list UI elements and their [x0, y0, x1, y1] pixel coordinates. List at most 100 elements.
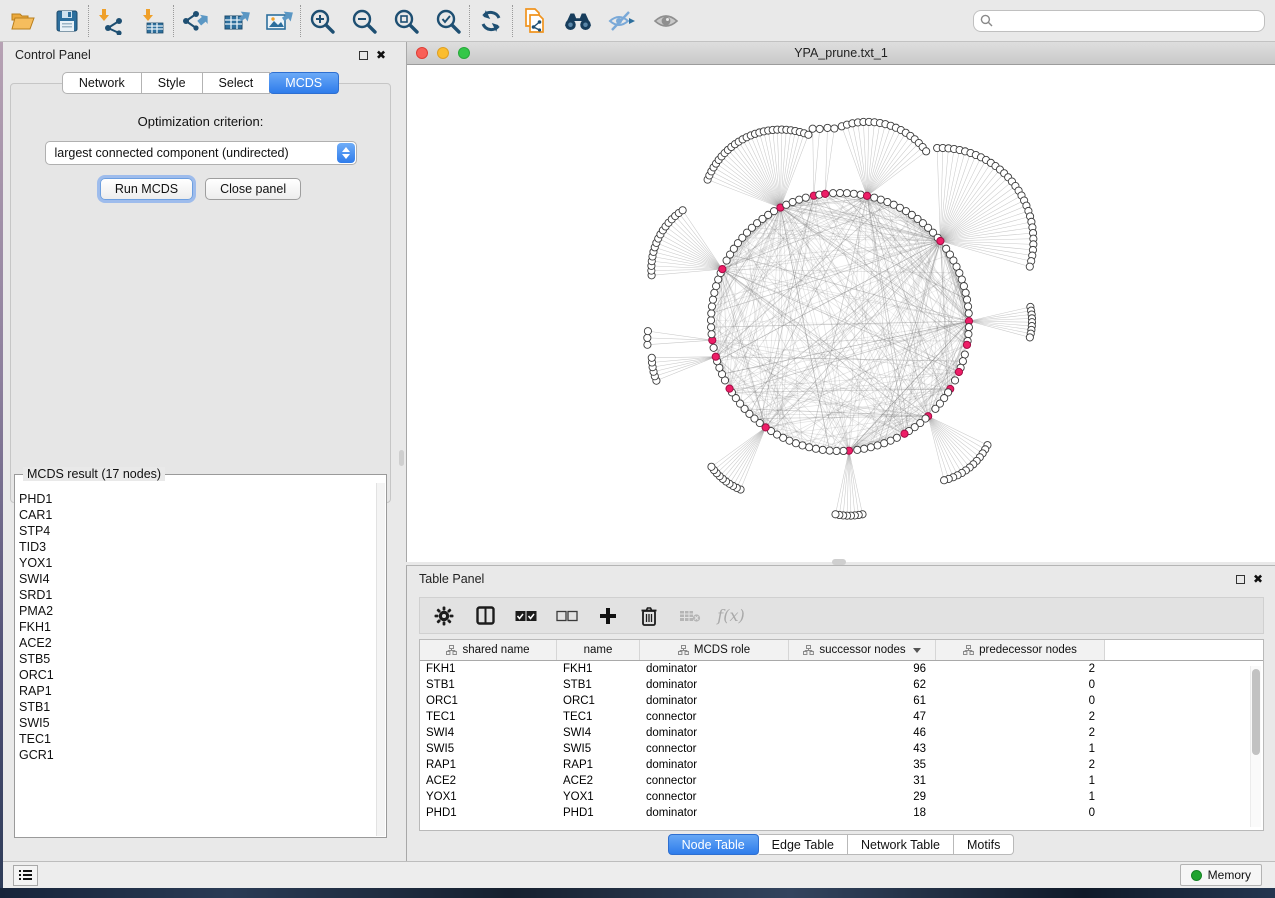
mcds-node[interactable]: [822, 190, 829, 197]
network-node[interactable]: [812, 445, 819, 452]
optimization-criterion-dropdown[interactable]: largest connected component (undirected): [45, 141, 357, 165]
show-all-icon[interactable]: [651, 6, 681, 36]
tab-style[interactable]: Style: [142, 72, 203, 94]
close-panel-icon[interactable]: ✖: [376, 49, 386, 61]
copy-network-icon[interactable]: [519, 6, 549, 36]
table-cell[interactable]: YOX1: [420, 791, 557, 803]
open-session-icon[interactable]: [8, 6, 38, 36]
network-node[interactable]: [964, 303, 971, 310]
table-cell[interactable]: RAP1: [420, 759, 557, 771]
network-node[interactable]: [829, 190, 836, 197]
table-cell[interactable]: ORC1: [420, 695, 557, 707]
network-node[interactable]: [708, 310, 715, 317]
table-cell[interactable]: 47: [789, 711, 936, 723]
table-cell[interactable]: 0: [936, 807, 1105, 819]
hide-selected-icon[interactable]: [607, 6, 637, 36]
network-window-titlebar[interactable]: YPA_prune.txt_1: [407, 42, 1275, 65]
table-row[interactable]: PHD1PHD1dominator180: [420, 805, 1263, 821]
run-mcds-button[interactable]: Run MCDS: [100, 178, 193, 200]
mcds-result-item[interactable]: RAP1: [19, 683, 372, 699]
network-node[interactable]: [965, 331, 972, 338]
tab-edge-table[interactable]: Edge Table: [759, 834, 848, 855]
mcds-result-scrollbar[interactable]: [376, 483, 385, 836]
network-node[interactable]: [961, 351, 968, 358]
table-cell[interactable]: FKH1: [557, 663, 640, 675]
table-cell[interactable]: 31: [789, 775, 936, 787]
table-row[interactable]: YOX1YOX1connector291: [420, 789, 1263, 805]
table-cell[interactable]: dominator: [640, 663, 789, 675]
float-panel-icon[interactable]: [359, 51, 368, 60]
network-node[interactable]: [806, 444, 813, 451]
mcds-result-item[interactable]: SRD1: [19, 587, 372, 603]
export-table-icon[interactable]: [222, 6, 252, 36]
network-node[interactable]: [707, 317, 714, 324]
mcds-node[interactable]: [712, 353, 719, 360]
mcds-result-item[interactable]: SWI4: [19, 571, 372, 587]
table-cell[interactable]: connector: [640, 743, 789, 755]
zoom-fit-icon[interactable]: [391, 6, 421, 36]
import-network-icon[interactable]: [95, 6, 125, 36]
table-cell[interactable]: 2: [936, 663, 1105, 675]
deselect-all-checkboxes-icon[interactable]: [555, 604, 579, 628]
network-node[interactable]: [833, 447, 840, 454]
network-node[interactable]: [708, 303, 715, 310]
search-network-icon[interactable]: [563, 6, 593, 36]
mcds-result-item[interactable]: PMA2: [19, 603, 372, 619]
column-header-shared-name[interactable]: shared name: [420, 640, 557, 660]
network-node[interactable]: [832, 511, 839, 518]
table-cell[interactable]: PHD1: [557, 807, 640, 819]
column-header-name[interactable]: name: [557, 640, 640, 660]
tab-network[interactable]: Network: [62, 72, 142, 94]
table-cell[interactable]: ORC1: [557, 695, 640, 707]
network-node[interactable]: [679, 207, 686, 214]
network-node[interactable]: [819, 446, 826, 453]
mcds-result-item[interactable]: ORC1: [19, 667, 372, 683]
zoom-selected-icon[interactable]: [433, 6, 463, 36]
table-row[interactable]: TEC1TEC1connector472: [420, 709, 1263, 725]
table-cell[interactable]: 2: [936, 759, 1105, 771]
network-node[interactable]: [644, 334, 651, 341]
network-node[interactable]: [932, 405, 939, 412]
network-node[interactable]: [809, 125, 816, 132]
network-node[interactable]: [796, 196, 803, 203]
tab-mcds[interactable]: MCDS: [269, 72, 339, 94]
show-panels-button[interactable]: [13, 865, 38, 886]
table-cell[interactable]: 2: [936, 727, 1105, 739]
network-node[interactable]: [708, 331, 715, 338]
network-node[interactable]: [644, 328, 651, 335]
table-cell[interactable]: 0: [936, 679, 1105, 691]
refresh-icon[interactable]: [476, 6, 506, 36]
network-node[interactable]: [644, 341, 651, 348]
network-node[interactable]: [963, 296, 970, 303]
tab-motifs[interactable]: Motifs: [954, 834, 1014, 855]
table-cell[interactable]: FKH1: [420, 663, 557, 675]
mcds-result-item[interactable]: TEC1: [19, 731, 372, 747]
network-search-box[interactable]: [973, 10, 1265, 32]
mcds-result-item[interactable]: ACE2: [19, 635, 372, 651]
close-table-panel-icon[interactable]: ✖: [1253, 573, 1263, 585]
close-panel-button[interactable]: Close panel: [205, 178, 301, 200]
table-cell[interactable]: ACE2: [420, 775, 557, 787]
mcds-node[interactable]: [963, 341, 970, 348]
table-cell[interactable]: dominator: [640, 807, 789, 819]
column-header-successor-nodes[interactable]: successor nodes: [789, 640, 936, 660]
network-node[interactable]: [965, 324, 972, 331]
mcds-node[interactable]: [937, 237, 944, 244]
table-cell[interactable]: SWI5: [557, 743, 640, 755]
network-node[interactable]: [799, 442, 806, 449]
network-node[interactable]: [965, 310, 972, 317]
table-cell[interactable]: 43: [789, 743, 936, 755]
vertical-splitter[interactable]: [398, 42, 406, 862]
table-cell[interactable]: connector: [640, 711, 789, 723]
table-row[interactable]: RAP1RAP1dominator352: [420, 757, 1263, 773]
table-row[interactable]: FKH1FKH1dominator962: [420, 661, 1263, 677]
tab-node-table[interactable]: Node Table: [668, 834, 759, 855]
table-cell[interactable]: STB1: [557, 679, 640, 691]
mcds-node[interactable]: [726, 385, 733, 392]
mcds-node[interactable]: [863, 192, 870, 199]
network-node[interactable]: [843, 190, 850, 197]
table-cell[interactable]: 18: [789, 807, 936, 819]
table-cell[interactable]: dominator: [640, 759, 789, 771]
table-cell[interactable]: dominator: [640, 695, 789, 707]
table-cell[interactable]: dominator: [640, 727, 789, 739]
